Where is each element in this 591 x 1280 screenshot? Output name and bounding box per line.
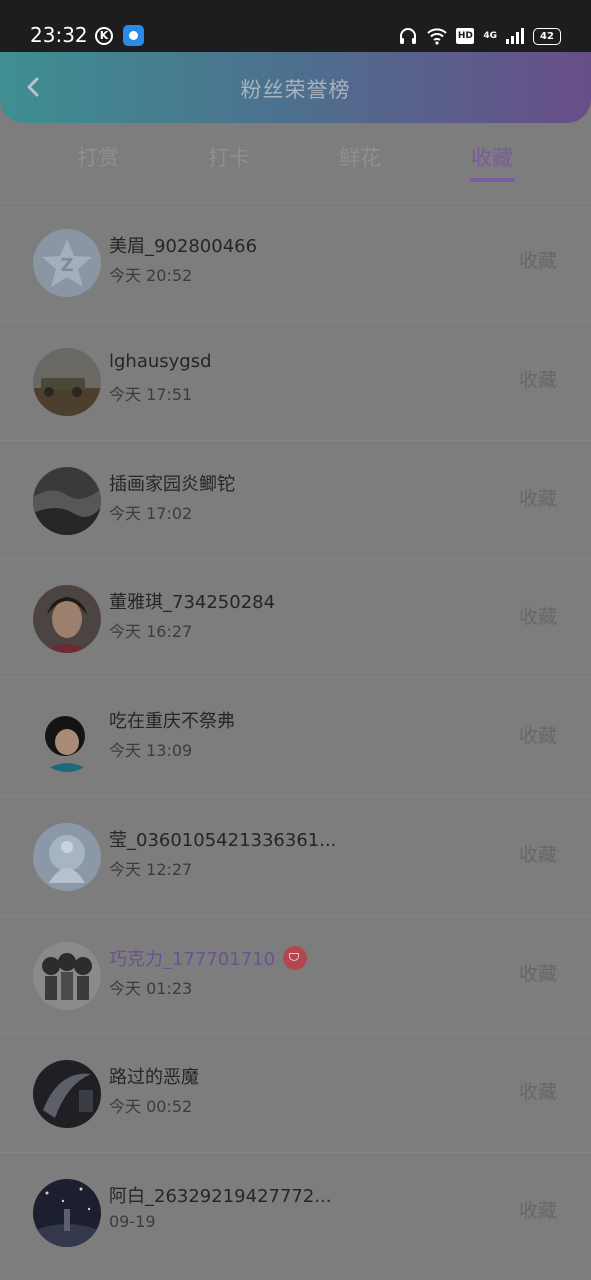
avatar[interactable] xyxy=(33,941,101,1010)
avatar[interactable] xyxy=(33,466,101,535)
headphones-icon xyxy=(400,28,417,44)
fan-action: 收藏 xyxy=(518,250,557,272)
fan-name: 莹_0360105421336361... xyxy=(109,829,337,851)
tab-favorites[interactable]: 收藏 xyxy=(452,142,532,172)
page-title: 粉丝荣誉榜 xyxy=(240,78,351,102)
fan-action: 收藏 xyxy=(518,843,557,866)
list-item[interactable]: 莹_0360105421336361... 今天 12:27 收藏 xyxy=(0,795,591,915)
avatar[interactable] xyxy=(33,822,101,891)
fan-action: 收藏 xyxy=(518,368,557,391)
fan-name: 吃在重庆不祭弗 xyxy=(109,711,235,732)
tab-flowers[interactable]: 鲜花 xyxy=(320,142,400,172)
avatar[interactable] xyxy=(33,347,101,416)
portrait-photo-icon xyxy=(33,585,101,654)
wifi-icon xyxy=(427,28,448,45)
header-bar: 粉丝荣誉榜 xyxy=(0,52,591,123)
app-notification-icon xyxy=(123,25,144,46)
hd-icon: HD xyxy=(456,28,475,44)
battery-icon: 42 xyxy=(533,27,561,45)
list-item[interactable]: 插画家园炎鲫铊 今天 17:02 收藏 xyxy=(0,439,591,559)
list-item[interactable]: 阿白_26329219427772... 09-19 收藏 xyxy=(0,1152,591,1271)
cartoon-group-icon xyxy=(33,941,101,1010)
fan-time: 今天 00:52 xyxy=(109,1097,193,1117)
dark-art-icon xyxy=(33,1060,101,1129)
default-avatar-icon: Z xyxy=(33,229,101,297)
fan-time: 今天 16:27 xyxy=(109,622,193,642)
fan-action: 收藏 xyxy=(518,1081,557,1104)
fan-time: 09-19 xyxy=(109,1212,156,1231)
avatar[interactable] xyxy=(33,704,101,772)
fan-name: 插画家园炎鲫铊 xyxy=(109,473,235,495)
list-item[interactable]: Z 美眉_902800466 今天 20:52 收藏 xyxy=(0,202,591,321)
avatar[interactable] xyxy=(33,1060,101,1129)
avatar[interactable]: Z xyxy=(33,229,101,297)
fan-action: 收藏 xyxy=(518,606,557,629)
status-icons: HD 4G 42 xyxy=(398,24,561,48)
landscape-photo-icon xyxy=(33,466,101,535)
tab-active-indicator xyxy=(470,178,515,182)
tab-checkin[interactable]: 打卡 xyxy=(189,142,269,172)
fan-name: 阿白_26329219427772... xyxy=(109,1186,332,1207)
fan-action: 收藏 xyxy=(518,962,557,985)
tab-bar: 打赏 打卡 鲜花 收藏 xyxy=(0,130,591,190)
fan-name: 美眉_902800466 xyxy=(109,236,258,257)
list-item[interactable]: lghausygsd 今天 17:51 收藏 xyxy=(0,320,591,440)
avatar[interactable] xyxy=(33,1179,101,1247)
tab-tip[interactable]: 打赏 xyxy=(58,142,138,172)
fan-time: 今天 17:02 xyxy=(109,503,193,523)
fan-action: 收藏 xyxy=(518,487,557,510)
fan-time: 今天 01:23 xyxy=(109,978,193,998)
fan-name: lghausygsd xyxy=(109,350,212,372)
fan-time: 今天 20:52 xyxy=(109,266,193,285)
fan-name-text: 巧克力_177701710 xyxy=(109,948,276,970)
diamond-badge-icon xyxy=(283,945,308,970)
status-time: 23:32 xyxy=(30,23,88,47)
svg-text:Z: Z xyxy=(60,255,73,276)
network-type: 4G xyxy=(483,30,497,41)
ice-art-icon xyxy=(33,822,101,891)
fan-action: 收藏 xyxy=(518,725,557,747)
fan-name: 巧克力_177701710 xyxy=(109,945,308,972)
fan-time: 今天 12:27 xyxy=(109,859,193,879)
fan-time: 今天 13:09 xyxy=(109,741,193,760)
child-photo-icon xyxy=(33,704,101,772)
k-app-icon: K xyxy=(95,27,113,45)
avatar[interactable] xyxy=(33,585,101,654)
list-item[interactable]: 董雅琪_734250284 今天 16:27 收藏 xyxy=(0,558,591,677)
vehicle-photo-icon xyxy=(33,347,101,416)
fan-list: Z 美眉_902800466 今天 20:52 收藏 lghausygsd 今天… xyxy=(0,202,591,1271)
list-item[interactable]: 巧克力_177701710 今天 01:23 收藏 xyxy=(0,914,591,1034)
fan-name: 路过的恶魔 xyxy=(109,1067,199,1089)
fan-name: 董雅琪_734250284 xyxy=(109,592,276,614)
fan-action: 收藏 xyxy=(518,1200,557,1222)
night-sky-icon xyxy=(33,1179,101,1247)
list-item[interactable]: 路过的恶魔 今天 00:52 收藏 xyxy=(0,1033,591,1152)
fan-time: 今天 17:51 xyxy=(109,384,193,404)
list-item[interactable]: 吃在重庆不祭弗 今天 13:09 收藏 xyxy=(0,677,591,796)
signal-icon xyxy=(506,28,524,44)
